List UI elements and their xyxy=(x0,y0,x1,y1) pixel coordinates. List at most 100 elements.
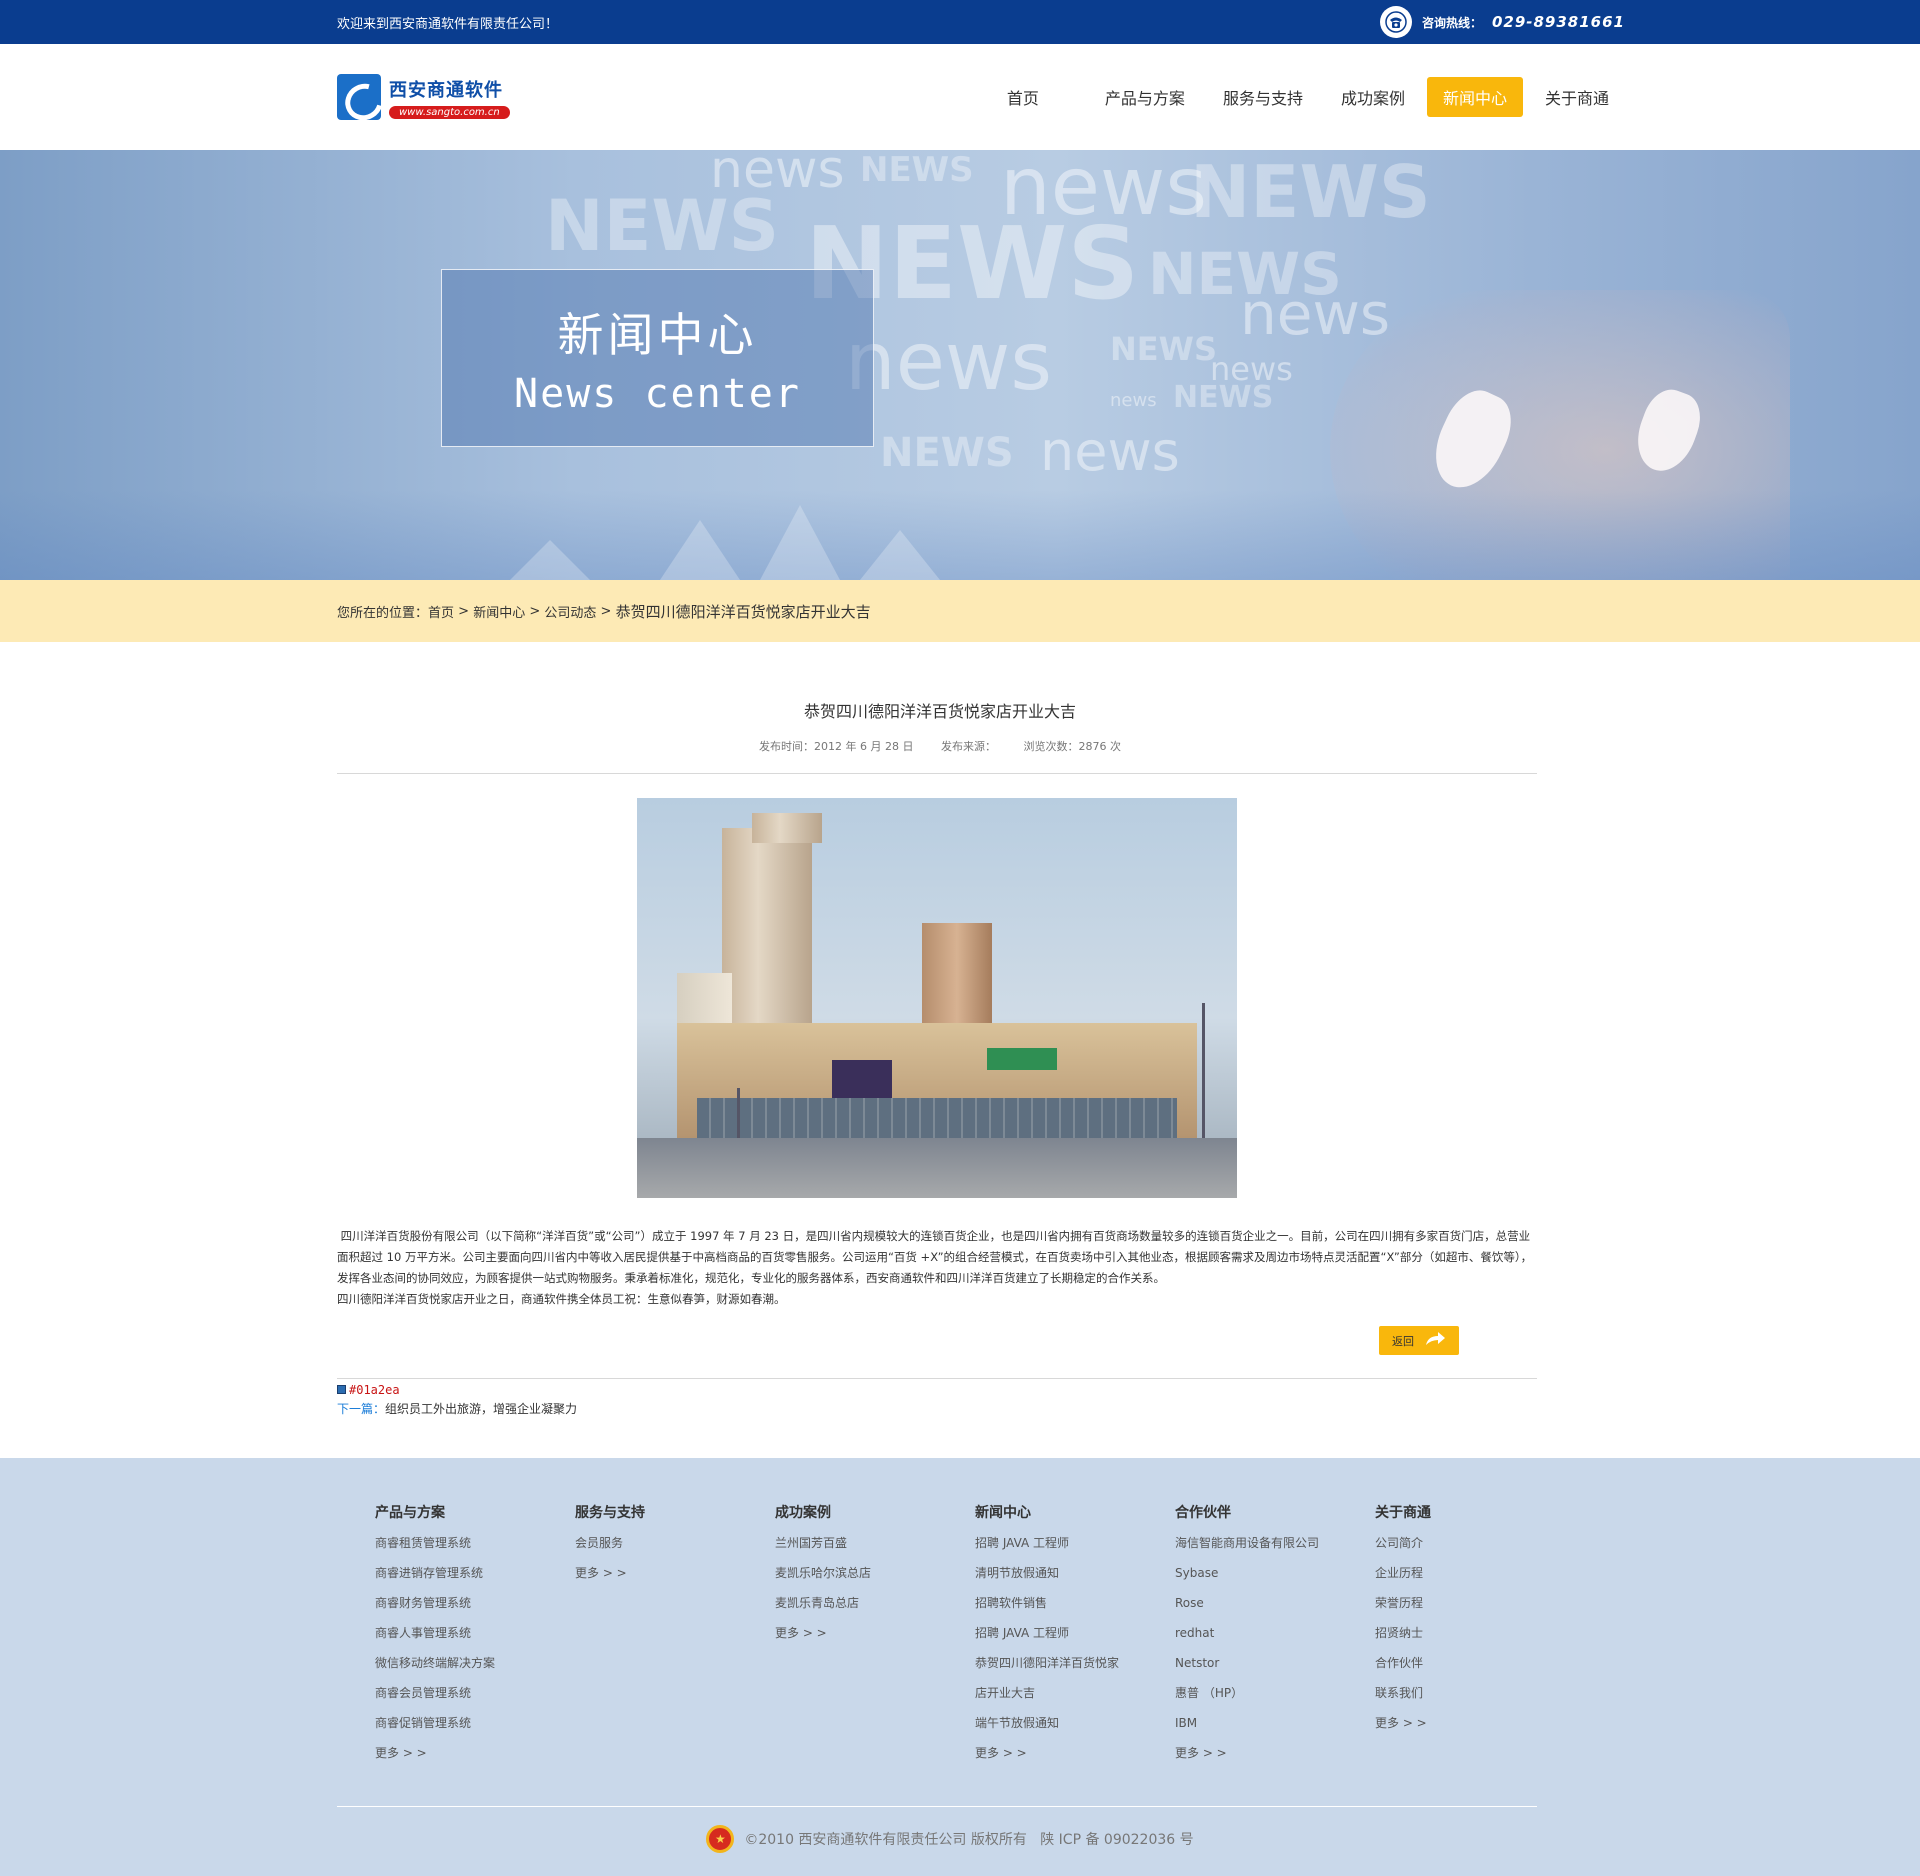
footer-link[interactable]: 企业历程 xyxy=(1375,1564,1575,1594)
footer-link[interactable]: 商睿促销管理系统 xyxy=(375,1714,575,1744)
broken-image-icon xyxy=(337,1385,346,1394)
logo[interactable]: 西安商通软件 www.sangto.com.cn xyxy=(337,74,510,120)
breadcrumb-company-news[interactable]: 公司动态 xyxy=(544,602,596,621)
footer-link[interactable]: 更多 > > xyxy=(975,1744,1175,1774)
banner-triangle xyxy=(660,520,740,580)
footer-link[interactable]: 海信智能商用设备有限公司 xyxy=(1175,1534,1375,1564)
banner-watermark: NEWS xyxy=(1190,150,1431,234)
footer: 产品与方案商睿租赁管理系统 商睿进销存管理系统 商睿财务管理系统 商睿人事管理系统 微信… xyxy=(0,1458,1920,1876)
header: 西安商通软件 www.sangto.com.cn 首页 产品与方案 服务与支持 … xyxy=(0,44,1920,150)
footer-link[interactable]: 招聘 JAVA 工程师 xyxy=(975,1534,1175,1564)
footer-link[interactable]: 更多 > > xyxy=(1375,1714,1575,1744)
nav-item-cases[interactable]: 成功案例 xyxy=(1325,77,1421,117)
banner-watermark: NEWS xyxy=(880,430,1014,476)
welcome-text: 欢迎来到西安商通软件有限责任公司！ xyxy=(337,16,559,32)
footer-column: 关于商通公司简介 企业历程 荣誉历程 招贤纳士 合作伙伴 联系我们 更多 > > xyxy=(1375,1502,1575,1774)
top-bar: 欢迎来到西安商通软件有限责任公司！ 咨询热线： 029-89381661 xyxy=(0,0,1920,44)
footer-link[interactable]: 商睿会员管理系统 xyxy=(375,1684,575,1714)
footer-link[interactable]: 商睿进销存管理系统 xyxy=(375,1564,575,1594)
banner-title-box: 新闻中心 News center xyxy=(441,269,874,447)
footer-column-title: 服务与支持 xyxy=(575,1505,645,1521)
back-button[interactable]: 返回 xyxy=(1379,1326,1459,1355)
footer-link[interactable]: 端午节放假通知 xyxy=(975,1714,1175,1744)
prev-article-link[interactable]: #01a2ea xyxy=(337,1381,1585,1398)
footer-link[interactable]: 招贤纳士 xyxy=(1375,1624,1575,1654)
footer-column-title: 产品与方案 xyxy=(375,1505,445,1521)
nav-item-home[interactable]: 首页 xyxy=(991,77,1083,117)
article-views: 浏览次数：2876 次 xyxy=(1023,740,1121,753)
banner-watermark: news xyxy=(1240,280,1391,348)
article-meta: 发布时间：2012 年 6 月 28 日 发布来源： 浏览次数：2876 次 xyxy=(295,738,1585,754)
footer-link[interactable]: 联系我们 xyxy=(1375,1684,1575,1714)
breadcrumb-separator: > xyxy=(596,603,616,619)
footer-link[interactable]: 招聘软件销售 xyxy=(975,1594,1175,1624)
breadcrumb-separator: > xyxy=(525,603,545,619)
footer-link[interactable]: 更多 > > xyxy=(375,1744,575,1774)
footer-link[interactable]: 会员服务 xyxy=(575,1534,775,1564)
breadcrumb-home[interactable]: 首页 xyxy=(428,602,454,621)
footer-link[interactable]: Sybase xyxy=(1175,1564,1375,1594)
next-article-label: 下一篇： xyxy=(337,1402,386,1416)
footer-link[interactable]: 麦凯乐青岛总店 xyxy=(775,1594,975,1624)
footer-link[interactable]: redhat xyxy=(1175,1624,1375,1654)
logo-icon xyxy=(337,74,381,120)
article-pager: #01a2ea 下一篇：组织员工外出旅游，增强企业凝聚力 xyxy=(337,1381,1585,1417)
footer-link[interactable]: 公司简介 xyxy=(1375,1534,1575,1564)
breadcrumb-news[interactable]: 新闻中心 xyxy=(473,602,525,621)
footer-link[interactable]: 招聘 JAVA 工程师 xyxy=(975,1624,1175,1654)
footer-columns: 产品与方案商睿租赁管理系统 商睿进销存管理系统 商睿财务管理系统 商睿人事管理系统 微信… xyxy=(335,1502,1585,1774)
logo-name: 西安商通软件 xyxy=(389,79,503,101)
footer-column: 合作伙伴 海信智能商用设备有限公司 Sybase Rose redhat Netstor 惠… xyxy=(1175,1502,1375,1774)
article-title: 恭贺四川德阳洋洋百货悦家店开业大吉 xyxy=(803,702,1076,721)
main-nav: 首页 产品与方案 服务与支持 成功案例 新闻中心 关于商通 xyxy=(985,77,1625,117)
nav-item-services[interactable]: 服务与支持 xyxy=(1207,77,1319,117)
article-date: 发布时间：2012 年 6 月 28 日 xyxy=(759,740,914,753)
article: 恭贺四川德阳洋洋百货悦家店开业大吉 发布时间：2012 年 6 月 28 日 发… xyxy=(0,642,1920,1417)
footer-column: 服务与支持会员服务 更多 > > xyxy=(575,1502,775,1774)
share-arrow-icon xyxy=(1424,1330,1446,1351)
footer-link[interactable]: 合作伙伴 xyxy=(1375,1654,1575,1684)
banner-watermark: NEWS xyxy=(1110,330,1217,368)
copyright: ★ ©2010 西安商通软件有限责任公司 版权所有 陕 ICP 备 090220… xyxy=(315,1825,1585,1853)
breadcrumb-current: 恭贺四川德阳洋洋百货悦家店开业大吉 xyxy=(615,602,871,621)
breadcrumb-separator: > xyxy=(454,603,474,619)
footer-column: 产品与方案商睿租赁管理系统 商睿进销存管理系统 商睿财务管理系统 商睿人事管理系统 微信… xyxy=(375,1502,575,1774)
footer-link[interactable]: Rose xyxy=(1175,1594,1375,1624)
copyright-text: ©2010 西安商通软件有限责任公司 版权所有 陕 ICP 备 09022036… xyxy=(744,1832,1194,1848)
footer-link[interactable]: 商睿租赁管理系统 xyxy=(375,1534,575,1564)
footer-link[interactable]: 惠普 （HP） xyxy=(1175,1684,1375,1714)
banner-watermark: NEWS xyxy=(1173,380,1274,415)
hotline-number[interactable]: 029-89381661 xyxy=(1492,13,1625,31)
footer-link[interactable]: 更多 > > xyxy=(575,1564,775,1594)
footer-link[interactable]: 店开业大吉 xyxy=(975,1684,1175,1714)
footer-column-title: 成功案例 xyxy=(775,1505,831,1521)
banner-triangle xyxy=(760,505,840,580)
police-emblem-icon: ★ xyxy=(706,1825,735,1853)
nav-item-products[interactable]: 产品与方案 xyxy=(1089,77,1201,117)
footer-link[interactable]: 兰州国芳百盛 xyxy=(775,1534,975,1564)
footer-link[interactable]: 商睿财务管理系统 xyxy=(375,1594,575,1624)
footer-link[interactable]: 更多 > > xyxy=(775,1624,975,1654)
footer-link[interactable]: 更多 > > xyxy=(1175,1744,1375,1774)
footer-link[interactable]: 商睿人事管理系统 xyxy=(375,1624,575,1654)
footer-column: 新闻中心 招聘 JAVA 工程师 清明节放假通知 招聘软件销售 招聘 JAVA 工程师恭… xyxy=(975,1502,1175,1774)
breadcrumb-prefix: 您所在的位置： xyxy=(337,605,429,621)
hotline-label: 咨询热线： xyxy=(1421,15,1482,30)
next-article-link[interactable]: 下一篇：组织员工外出旅游，增强企业凝聚力 xyxy=(337,1400,1585,1417)
footer-link[interactable]: 麦凯乐哈尔滨总店 xyxy=(775,1564,975,1594)
footer-link[interactable]: 荣誉历程 xyxy=(1375,1594,1575,1624)
banner-watermark: NEWS xyxy=(545,185,780,267)
footer-column-title: 关于商通 xyxy=(1375,1505,1431,1521)
nav-item-about[interactable]: 关于商通 xyxy=(1529,77,1625,117)
news-banner: news NEWS news NEWS NEWS NEWS NEWS news … xyxy=(0,150,1920,580)
footer-link[interactable]: Netstor xyxy=(1175,1654,1375,1684)
phone-icon xyxy=(1379,6,1412,38)
footer-link[interactable]: 微信移动终端解决方案 xyxy=(375,1654,575,1684)
footer-link[interactable]: 清明节放假通知 xyxy=(975,1564,1175,1594)
hotline: 咨询热线： 029-89381661 xyxy=(1379,6,1625,38)
back-button-label: 返回 xyxy=(1392,1334,1414,1348)
nav-item-news[interactable]: 新闻中心 xyxy=(1426,77,1523,117)
footer-link[interactable]: 恭贺四川德阳洋洋百货悦家 xyxy=(975,1654,1175,1684)
footer-divider xyxy=(337,1806,1537,1807)
footer-link[interactable]: IBM xyxy=(1175,1714,1375,1744)
